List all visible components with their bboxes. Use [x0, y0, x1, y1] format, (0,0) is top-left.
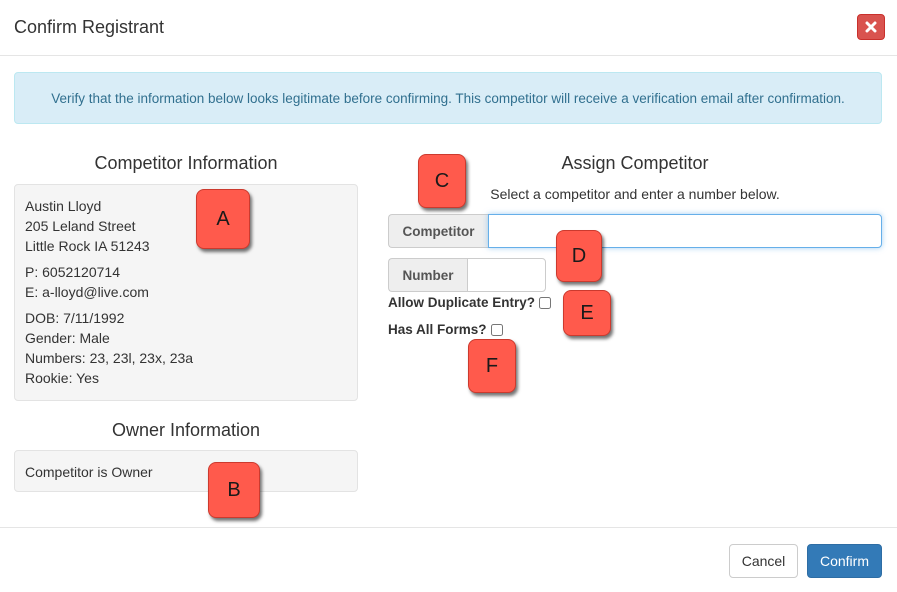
- competitor-street: 205 Leland Street: [25, 218, 136, 234]
- close-icon: [865, 21, 877, 33]
- competitor-email: E: a-lloyd@live.com: [25, 284, 149, 300]
- competitor-input-group: Competitor: [388, 214, 882, 248]
- allow-duplicate-checkbox[interactable]: [539, 296, 552, 309]
- has-all-forms-checkbox[interactable]: [490, 323, 503, 336]
- competitor-label: Competitor: [388, 214, 488, 248]
- modal-title: Confirm Registrant: [14, 17, 165, 37]
- number-input-group: Number: [388, 258, 546, 292]
- competitor-name: Austin Lloyd: [25, 198, 102, 214]
- competitor-info-title: Competitor Information: [94, 153, 278, 173]
- competitor-info-well: Austin Lloyd 205 Leland Street Little Ro…: [14, 184, 358, 401]
- annotation-marker-c: C: [418, 154, 466, 208]
- confirm-button[interactable]: Confirm: [807, 544, 882, 578]
- competitor-rookie: Rookie: Yes: [25, 370, 99, 386]
- annotation-marker-d: D: [556, 230, 602, 282]
- modal-header: Confirm Registrant: [0, 0, 897, 56]
- annotation-marker-b: B: [208, 462, 260, 518]
- competitor-phone: P: 6052120714: [25, 264, 120, 280]
- has-all-forms-label: Has All Forms?: [388, 322, 487, 337]
- competitor-input[interactable]: [488, 214, 882, 248]
- annotation-marker-a: A: [196, 189, 250, 249]
- annotation-marker-e: E: [563, 290, 611, 336]
- close-button[interactable]: [857, 14, 885, 40]
- modal-footer: Cancel Confirm: [0, 527, 897, 592]
- owner-info-well: Competitor is Owner: [14, 450, 358, 492]
- owner-text: Competitor is Owner: [25, 464, 153, 480]
- info-alert: Verify that the information below looks …: [14, 72, 882, 124]
- competitor-gender: Gender: Male: [25, 330, 110, 346]
- number-input[interactable]: [467, 258, 546, 292]
- number-label: Number: [388, 258, 467, 292]
- confirm-registrant-modal: Confirm Registrant Verify that the infor…: [0, 0, 897, 592]
- has-all-forms[interactable]: Has All Forms?: [388, 322, 503, 337]
- competitor-numbers: Numbers: 23, 23l, 23x, 23a: [25, 350, 194, 366]
- cancel-button[interactable]: Cancel: [729, 544, 798, 578]
- competitor-city: Little Rock IA 51243: [25, 238, 150, 254]
- info-alert-text: Verify that the information below looks …: [51, 90, 845, 106]
- allow-duplicate-label: Allow Duplicate Entry?: [388, 295, 536, 310]
- owner-info-title: Owner Information: [111, 420, 261, 440]
- competitor-dob: DOB: 7/11/1992: [25, 310, 125, 326]
- allow-duplicate-entry[interactable]: Allow Duplicate Entry?: [388, 295, 552, 310]
- annotation-marker-f: F: [468, 339, 516, 393]
